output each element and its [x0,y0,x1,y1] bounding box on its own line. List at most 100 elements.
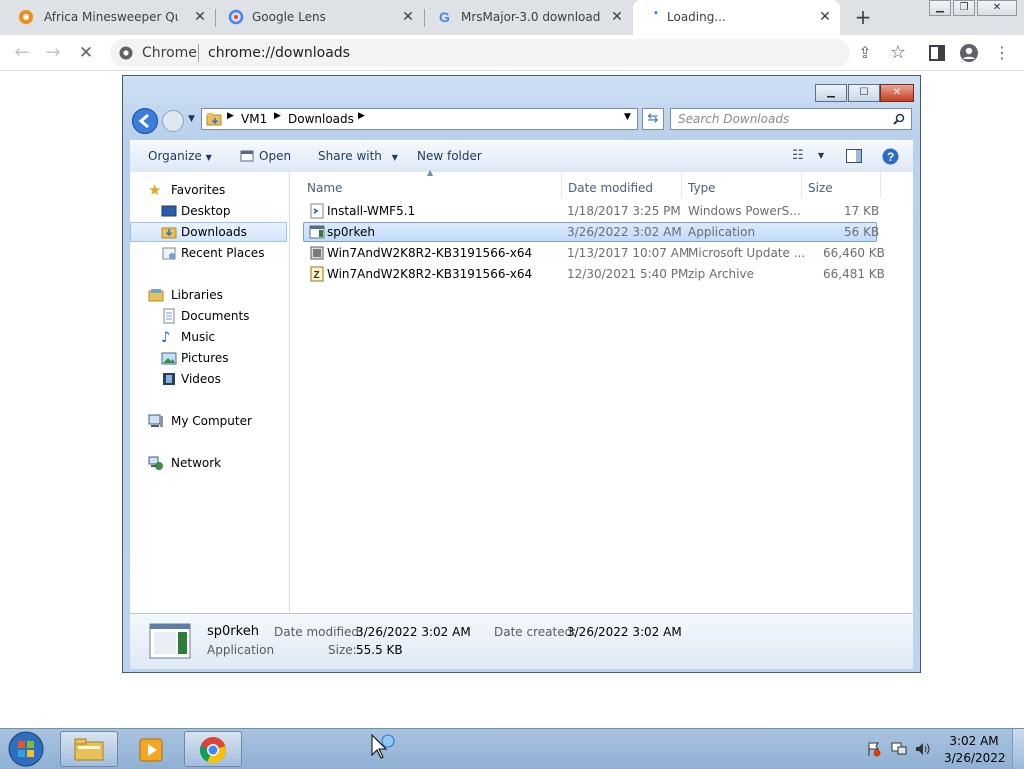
breadcrumb-downloads[interactable]: Downloads [288,112,354,126]
forward-button[interactable] [161,109,185,133]
close-icon[interactable]: ✕ [192,9,208,25]
new-folder-button[interactable]: New folder [417,149,482,163]
nav-music[interactable]: ♪ Music [130,327,288,347]
nav-desktop[interactable]: Desktop [130,201,288,221]
share-icon[interactable]: ⇪ [855,43,875,63]
tab-africa-minesweeper-quiz[interactable]: Africa Minesweeper Quiz ✕ [0,0,215,35]
explorer-address-bar[interactable]: ▶ VM1 ▶ Downloads ▶ ▼ [201,108,638,130]
zip-archive-icon: Z [310,266,324,282]
nav-my-computer[interactable]: My Computer [130,411,288,431]
nav-recent-places[interactable]: Recent Places [130,243,288,263]
media-player-icon [139,738,163,762]
chrome-icon [199,737,226,764]
help-icon[interactable]: ? [882,148,899,165]
quiz-site-icon [19,10,33,24]
close-icon[interactable]: ✕ [609,9,625,25]
menu-kebab-icon[interactable]: ⋮ [992,43,1012,63]
nav-favorites[interactable]: ★ Favorites [130,180,288,200]
chevron-right-icon[interactable]: ▶ [227,111,234,121]
minimize-icon[interactable]: ▁ [929,0,951,16]
search-icon[interactable] [893,113,905,125]
nav-label: Pictures [181,351,229,365]
nav-label: Desktop [181,204,231,218]
network-tray-icon[interactable] [891,741,907,757]
maximize-icon[interactable]: ☐ [848,84,880,102]
nav-label: Favorites [171,183,226,197]
refresh-icon[interactable]: ⇆ [642,108,664,130]
application-icon [309,225,325,239]
action-center-flag-icon[interactable] [866,741,882,757]
forward-arrow-icon[interactable]: → [43,43,63,63]
window-close-icon[interactable]: ✕ [977,0,1017,16]
file-name: Install-WMF5.1 [327,204,416,218]
recent-pages-chevron-icon[interactable]: ▼ [188,114,195,124]
view-dropdown-icon[interactable]: ▼ [818,151,824,160]
svg-text:?: ? [887,150,894,164]
chevron-right-icon[interactable]: ▶ [274,111,281,121]
tab-title: MrsMajor-3.0 download lin [461,10,603,24]
file-row-install-wmf[interactable]: Install-WMF5.1 1/18/2017 3:25 PM Windows… [303,201,880,221]
organize-button[interactable]: Organize ▼ [148,149,212,163]
nav-downloads-selected[interactable]: Downloads [130,222,287,242]
update-package-icon [310,246,324,260]
minimize-icon[interactable]: ▁ [815,84,847,102]
file-name: sp0rkeh [327,225,375,239]
stop-loading-icon[interactable]: ✕ [76,43,96,63]
side-panel-icon[interactable] [927,43,947,63]
start-button[interactable] [6,730,46,768]
omnibox-url[interactable]: chrome://downloads [208,45,350,61]
open-button[interactable]: Open [259,149,291,163]
chevron-right-icon[interactable]: ▶ [358,111,365,121]
videos-icon [163,373,175,385]
breadcrumb-vm1[interactable]: VM1 [241,112,267,126]
preview-pane-icon[interactable] [846,149,862,163]
close-icon[interactable]: ✕ [817,9,833,25]
back-arrow-icon[interactable]: ← [12,43,32,63]
taskbar-media-player-button[interactable] [122,731,180,767]
google-g-icon: G [439,9,450,25]
file-size: 17 KB [844,204,880,218]
search-box[interactable]: Search Downloads [670,108,912,130]
tab-loading-active[interactable]: • Loading... ✕ [633,0,840,35]
bookmark-star-icon[interactable]: ☆ [888,43,908,63]
restore-icon[interactable]: ❐ [953,0,975,16]
window-close-icon[interactable]: ✕ [880,84,914,102]
change-view-icon[interactable]: ☷ [792,148,804,163]
new-tab-button[interactable]: + [853,5,873,29]
nav-documents[interactable]: Documents [130,306,288,326]
nav-label: My Computer [171,414,252,428]
file-name: Win7AndW2K8R2-KB3191566-x64 [327,246,533,260]
back-button[interactable] [131,107,159,135]
show-desktop-button[interactable] [1012,729,1024,769]
profile-avatar-icon[interactable] [959,43,979,63]
details-modified-value: 3/26/2022 3:02 AM [356,625,471,639]
star-icon: ★ [148,181,162,199]
file-type: Application [688,225,756,239]
tab-google-lens[interactable]: Google Lens ✕ [216,0,424,35]
nav-pictures[interactable]: Pictures [130,348,288,368]
clock-date[interactable]: 3/26/2022 [944,751,1006,765]
taskbar-explorer-button[interactable] [60,731,118,767]
file-date: 3/26/2022 3:02 AM [567,225,682,239]
address-bar[interactable]: Chrome chrome://downloads [110,39,850,67]
folder-icon [206,113,222,126]
file-row-update-package[interactable]: Win7AndW2K8R2-KB3191566-x64 1/13/2017 10… [303,243,885,263]
clock-time[interactable]: 3:02 AM [944,734,1004,748]
address-dropdown-icon[interactable]: ▼ [624,112,631,122]
nav-libraries[interactable]: Libraries [130,285,288,305]
taskbar-chrome-button[interactable] [184,731,242,767]
file-row-sp0rkeh-selected[interactable]: sp0rkeh 3/26/2022 3:02 AM Application 56… [303,222,879,242]
share-with-button[interactable]: Share with ▼ [318,149,398,163]
file-size: 66,460 KB [823,246,885,260]
nav-network[interactable]: Network [130,453,288,473]
tab-mrsmajor-download[interactable]: G MrsMajor-3.0 download lin ✕ [425,0,632,35]
svg-text:Z: Z [314,270,320,281]
volume-icon[interactable] [914,741,932,757]
svg-text:G: G [439,9,450,25]
file-row-zip-archive[interactable]: Z Win7AndW2K8R2-KB3191566-x64 12/30/2021… [303,264,885,284]
nav-videos[interactable]: Videos [130,369,288,389]
file-size: 66,481 KB [823,267,885,281]
nav-label: Network [171,456,222,470]
close-icon[interactable]: ✕ [400,9,416,25]
search-placeholder: Search Downloads [678,112,790,126]
